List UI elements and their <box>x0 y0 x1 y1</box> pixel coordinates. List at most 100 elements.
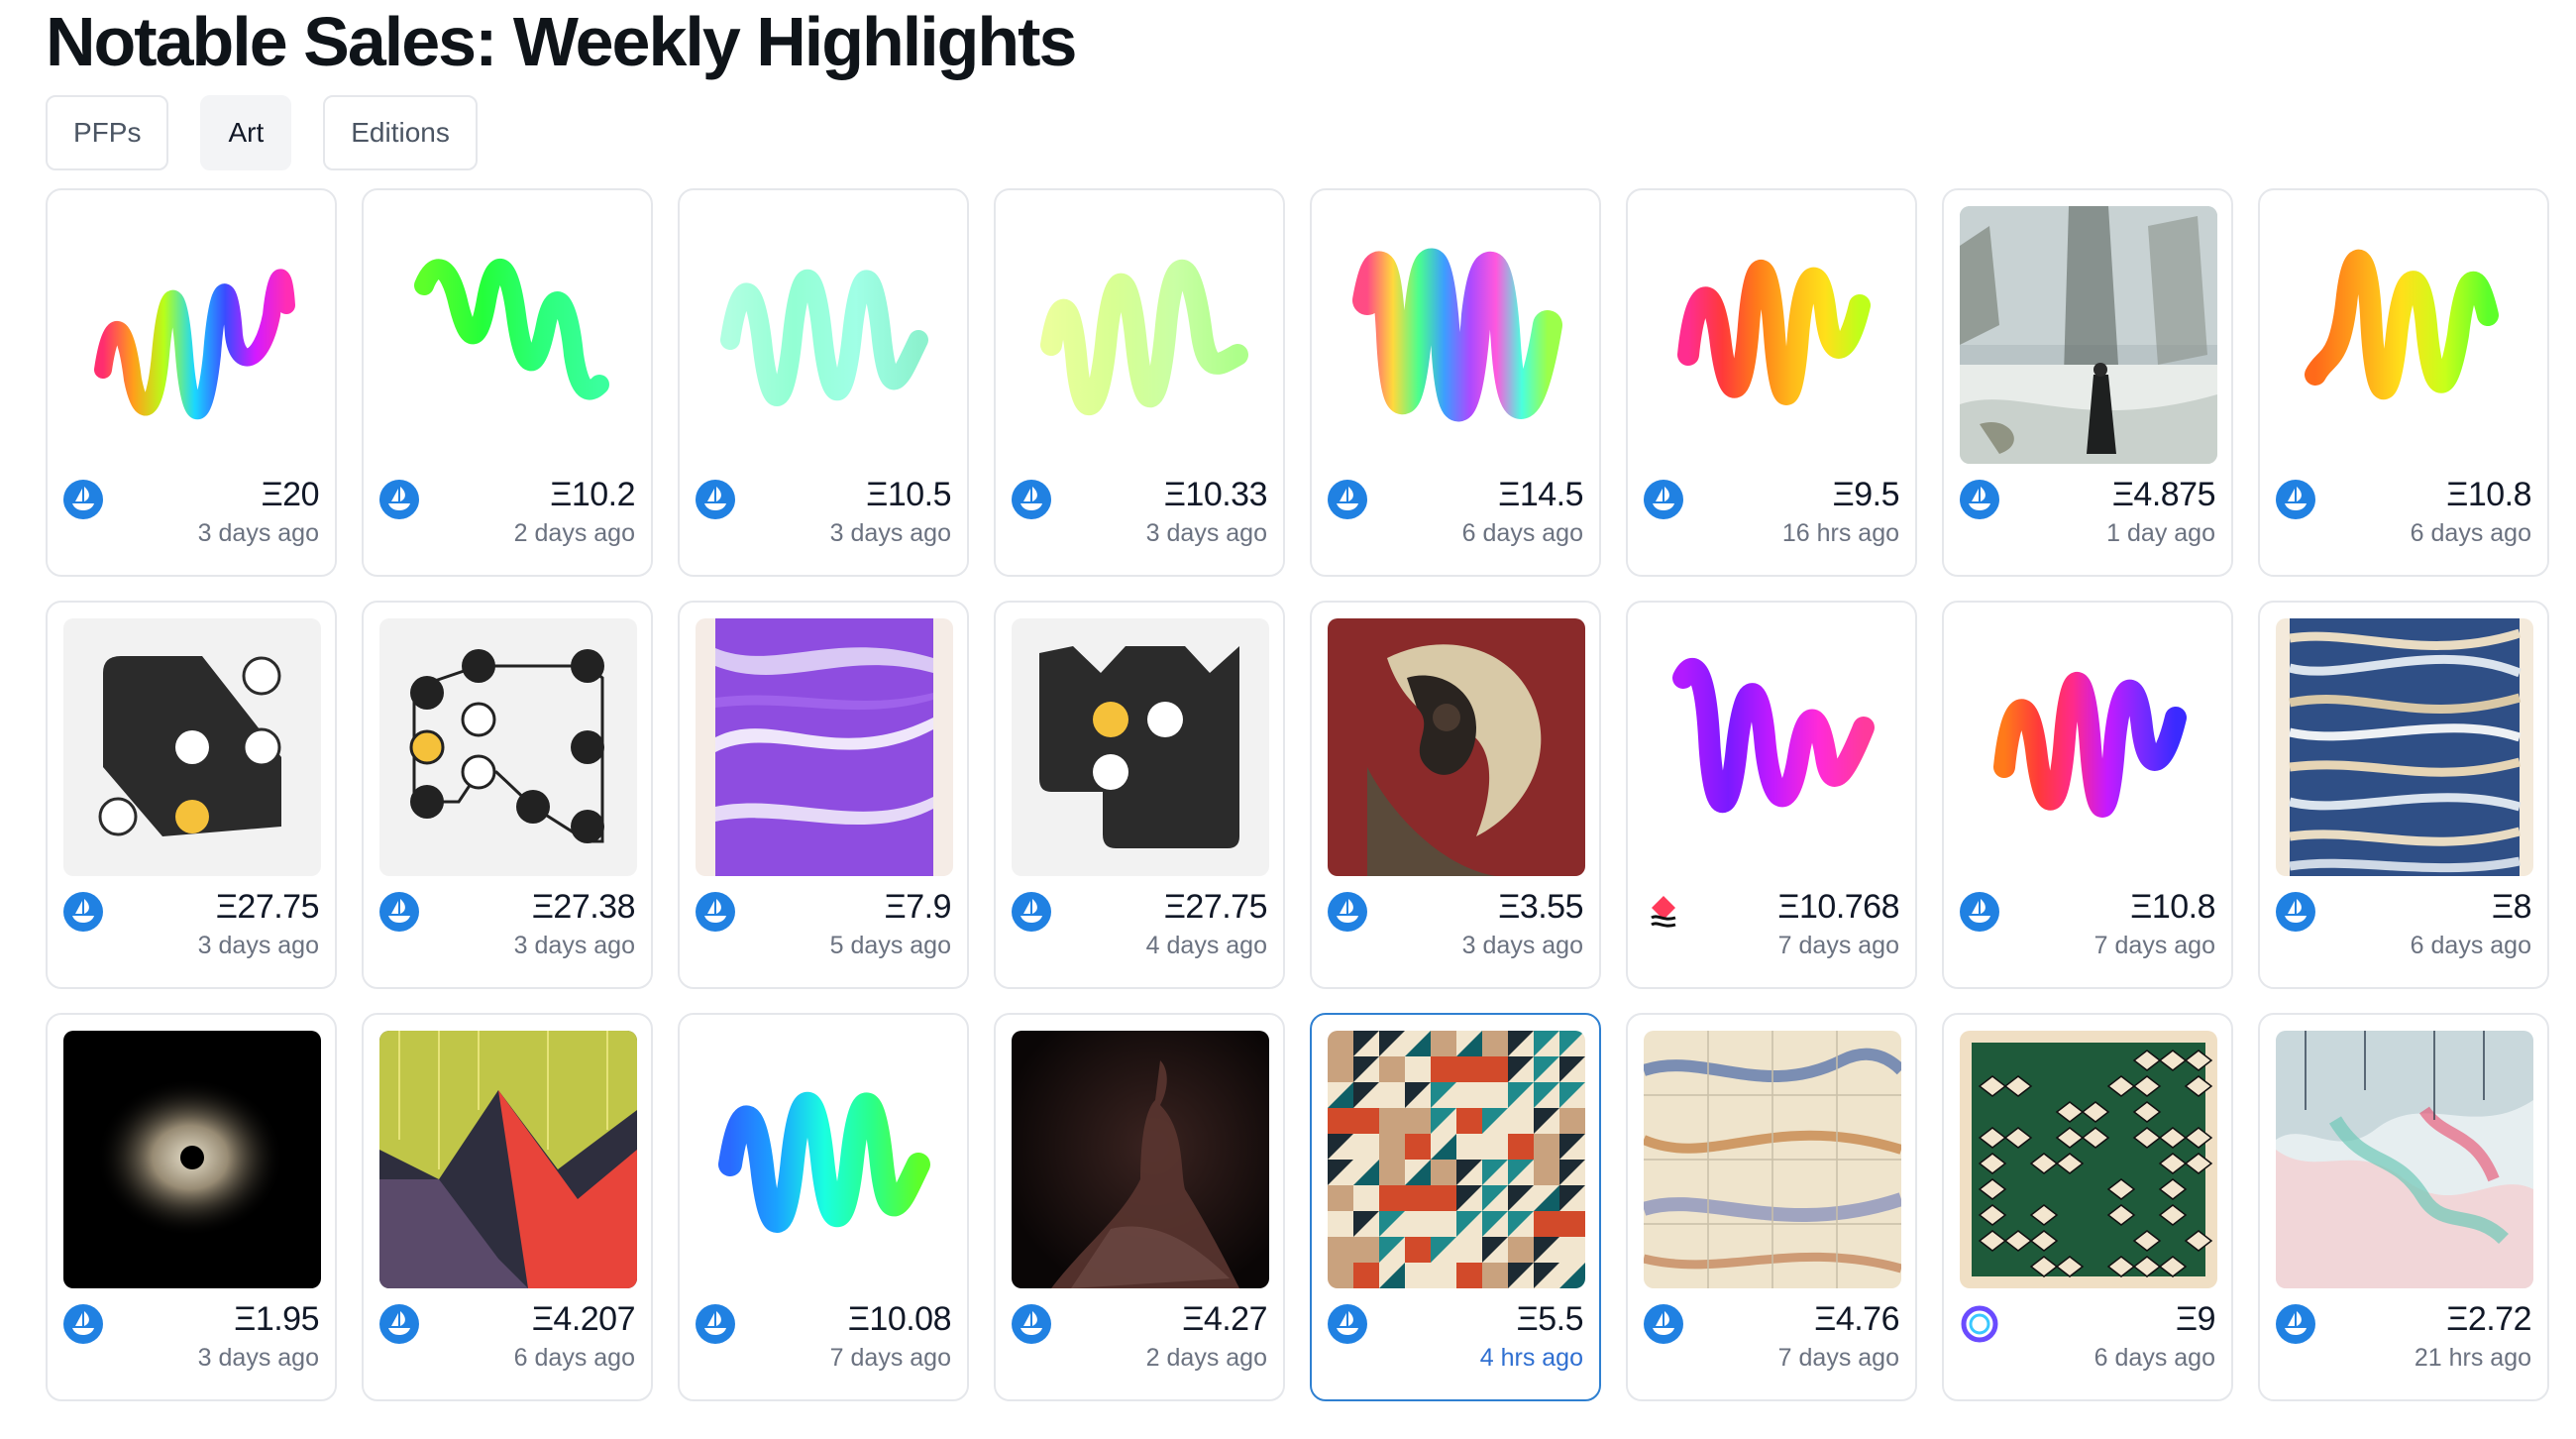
artwork-thumbnail[interactable] <box>63 206 321 464</box>
sale-time[interactable]: 21 hrs ago <box>2415 1344 2531 1373</box>
opensea-icon[interactable] <box>1328 892 1367 932</box>
artwork-thumbnail[interactable] <box>63 618 321 876</box>
opensea-icon[interactable] <box>1328 1304 1367 1344</box>
sale-time[interactable]: 3 days ago <box>198 519 319 548</box>
sale-time[interactable]: 7 days ago <box>1778 932 1899 960</box>
artwork-thumbnail[interactable] <box>1328 206 1585 464</box>
sale-time[interactable]: 6 days ago <box>2411 932 2531 960</box>
tab-art[interactable]: Art <box>200 95 292 170</box>
sale-card[interactable]: Ξ10.8 7 days ago <box>1942 601 2233 989</box>
opensea-icon[interactable] <box>1644 480 1683 519</box>
opensea-icon[interactable] <box>1012 1304 1051 1344</box>
artwork-thumbnail[interactable] <box>379 618 637 876</box>
artwork-thumbnail[interactable] <box>1328 618 1585 876</box>
sale-card[interactable]: Ξ10.08 7 days ago <box>678 1013 969 1401</box>
artwork-thumbnail[interactable] <box>1012 618 1269 876</box>
ring-icon[interactable] <box>1960 1304 1999 1344</box>
sale-card[interactable]: Ξ4.207 6 days ago <box>362 1013 653 1401</box>
sale-time[interactable]: 6 days ago <box>2411 519 2531 548</box>
sale-card[interactable]: Ξ9.5 16 hrs ago <box>1626 188 1917 577</box>
sale-card[interactable]: Ξ10.2 2 days ago <box>362 188 653 577</box>
sale-time[interactable]: 5 days ago <box>830 932 951 960</box>
sale-card[interactable]: Ξ27.75 3 days ago <box>46 601 337 989</box>
opensea-icon[interactable] <box>63 1304 103 1344</box>
artwork-thumbnail[interactable] <box>1328 1031 1585 1288</box>
artwork-thumbnail[interactable] <box>696 206 953 464</box>
sale-card[interactable]: Ξ20 3 days ago <box>46 188 337 577</box>
opensea-icon[interactable] <box>2276 1304 2315 1344</box>
sale-time[interactable]: 4 days ago <box>1146 932 1267 960</box>
opensea-icon[interactable] <box>63 892 103 932</box>
sale-card[interactable]: Ξ4.76 7 days ago <box>1626 1013 1917 1401</box>
opensea-icon[interactable] <box>1012 892 1051 932</box>
sale-card[interactable]: Ξ10.768 7 days ago <box>1626 601 1917 989</box>
sale-card[interactable]: Ξ10.33 3 days ago <box>994 188 1285 577</box>
opensea-icon[interactable] <box>1328 480 1367 519</box>
opensea-icon[interactable] <box>379 480 419 519</box>
opensea-icon[interactable] <box>2276 480 2315 519</box>
sale-card[interactable]: Ξ5.5 4 hrs ago <box>1310 1013 1601 1401</box>
artwork-thumbnail[interactable] <box>2276 206 2533 464</box>
sale-card[interactable]: Ξ10.8 6 days ago <box>2258 188 2549 577</box>
sale-time[interactable]: 2 days ago <box>1146 1344 1267 1373</box>
sale-time[interactable]: 7 days ago <box>2094 932 2215 960</box>
sale-card[interactable]: Ξ4.27 2 days ago <box>994 1013 1285 1401</box>
artwork-thumbnail[interactable] <box>379 206 637 464</box>
artwork-thumbnail[interactable] <box>1644 206 1901 464</box>
artwork-thumbnail[interactable] <box>1960 1031 2217 1288</box>
artwork-thumbnail[interactable] <box>1960 206 2217 464</box>
sale-card[interactable]: Ξ10.5 3 days ago <box>678 188 969 577</box>
sale-price: Ξ4.207 <box>531 1300 636 1338</box>
sale-time[interactable]: 1 day ago <box>2106 519 2215 548</box>
sale-card[interactable]: Ξ7.9 5 days ago <box>678 601 969 989</box>
sale-time[interactable]: 6 days ago <box>514 1344 635 1373</box>
opensea-icon[interactable] <box>1960 892 1999 932</box>
sale-card[interactable]: Ξ14.5 6 days ago <box>1310 188 1601 577</box>
artwork-thumbnail[interactable] <box>2276 1031 2533 1288</box>
sale-time[interactable]: 3 days ago <box>1462 932 1583 960</box>
opensea-icon[interactable] <box>379 892 419 932</box>
opensea-icon[interactable] <box>696 480 735 519</box>
sale-time[interactable]: 3 days ago <box>1146 519 1267 548</box>
opensea-icon[interactable] <box>1960 480 1999 519</box>
sale-card[interactable]: Ξ27.75 4 days ago <box>994 601 1285 989</box>
sale-card[interactable]: Ξ2.72 21 hrs ago <box>2258 1013 2549 1401</box>
opensea-icon[interactable] <box>379 1304 419 1344</box>
sale-time[interactable]: 3 days ago <box>198 932 319 960</box>
artwork-thumbnail[interactable] <box>696 1031 953 1288</box>
sale-time[interactable]: 2 days ago <box>514 519 635 548</box>
sale-card[interactable]: Ξ1.95 3 days ago <box>46 1013 337 1401</box>
artwork-thumbnail[interactable] <box>696 618 953 876</box>
sale-time[interactable]: 7 days ago <box>1778 1344 1899 1373</box>
artwork-thumbnail[interactable] <box>1960 618 2217 876</box>
sale-card[interactable]: Ξ4.875 1 day ago <box>1942 188 2233 577</box>
sale-time[interactable]: 7 days ago <box>830 1344 951 1373</box>
opensea-icon[interactable] <box>696 892 735 932</box>
opensea-icon[interactable] <box>63 480 103 519</box>
sale-card[interactable]: Ξ8 6 days ago <box>2258 601 2549 989</box>
tab-editions[interactable]: Editions <box>323 95 478 170</box>
sale-time[interactable]: 6 days ago <box>2094 1344 2215 1373</box>
artwork-thumbnail[interactable] <box>2276 618 2533 876</box>
sale-time[interactable]: 3 days ago <box>514 932 635 960</box>
sale-card[interactable]: Ξ3.55 3 days ago <box>1310 601 1601 989</box>
artwork-thumbnail[interactable] <box>1012 206 1269 464</box>
artwork-thumbnail[interactable] <box>1012 1031 1269 1288</box>
sale-card[interactable]: Ξ27.38 3 days ago <box>362 601 653 989</box>
artwork-thumbnail[interactable] <box>63 1031 321 1288</box>
artwork-thumbnail[interactable] <box>1644 1031 1901 1288</box>
sale-time[interactable]: 16 hrs ago <box>1782 519 1899 548</box>
tab-pfps[interactable]: PFPs <box>46 95 169 170</box>
artwork-thumbnail[interactable] <box>379 1031 637 1288</box>
opensea-icon[interactable] <box>696 1304 735 1344</box>
sale-time[interactable]: 6 days ago <box>1462 519 1583 548</box>
opensea-icon[interactable] <box>1012 480 1051 519</box>
sale-time[interactable]: 4 hrs ago <box>1480 1344 1583 1373</box>
sale-time[interactable]: 3 days ago <box>830 519 951 548</box>
foundation-icon[interactable] <box>1644 892 1683 932</box>
sale-card[interactable]: Ξ9 6 days ago <box>1942 1013 2233 1401</box>
sale-time[interactable]: 3 days ago <box>198 1344 319 1373</box>
artwork-thumbnail[interactable] <box>1644 618 1901 876</box>
opensea-icon[interactable] <box>1644 1304 1683 1344</box>
opensea-icon[interactable] <box>2276 892 2315 932</box>
